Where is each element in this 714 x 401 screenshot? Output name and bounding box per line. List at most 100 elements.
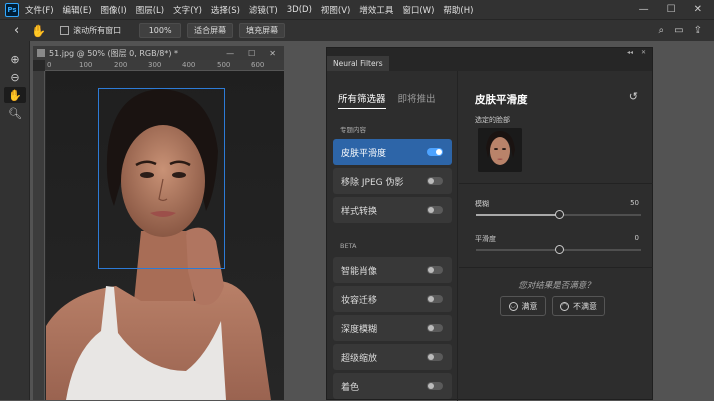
blur-slider-fill xyxy=(476,214,559,216)
menu-3d[interactable]: 3D(D) xyxy=(287,5,312,15)
face-thumbnail-image xyxy=(478,128,522,172)
frown-icon: ◠ xyxy=(560,301,569,311)
menu-select[interactable]: 选择(S) xyxy=(211,4,240,16)
filter-toggle[interactable] xyxy=(427,148,443,156)
menu-type[interactable]: 文字(Y) xyxy=(173,4,202,16)
options-bar: ‹ ✋ 滚动所有窗口 100% 适合屏幕 填充屏幕 ⌕ ▭ ⇪ xyxy=(0,19,714,41)
menu-window[interactable]: 窗口(W) xyxy=(402,4,434,16)
menu-edit[interactable]: 编辑(E) xyxy=(63,4,92,16)
filter-toggle[interactable] xyxy=(427,295,443,303)
image-canvas[interactable] xyxy=(46,71,284,400)
tab-neural-filters[interactable]: Neural Filters xyxy=(327,56,389,71)
satisfied-button[interactable]: ◡ 满意 xyxy=(500,296,546,316)
window-controls: — ☐ ✕ xyxy=(639,4,702,15)
filter-toggle[interactable] xyxy=(427,353,443,361)
minimize-icon[interactable]: — xyxy=(226,49,234,58)
filter-list: 所有筛选器 即将推出 专题内容 皮肤平滑度 移除 JPEG 伪影 样式转换 BE… xyxy=(327,71,458,401)
divider xyxy=(459,183,654,184)
document-tab[interactable]: 51.jpg @ 50% (图层 0, RGB/8*) * — ☐ ✕ xyxy=(33,46,284,60)
fit-screen-button[interactable]: 适合屏幕 xyxy=(187,23,234,38)
face-selection-box[interactable] xyxy=(98,88,225,269)
hand-icon[interactable]: ✋ xyxy=(31,24,46,38)
close-icon[interactable]: ✕ xyxy=(641,49,646,56)
zoom-100-button[interactable]: 100% xyxy=(139,23,182,38)
divider xyxy=(459,267,654,268)
menu-plugins[interactable]: 增效工具 xyxy=(359,4,393,16)
scroll-all-label: 滚动所有窗口 xyxy=(73,26,122,35)
ruler-tick: 600 xyxy=(251,61,265,69)
document-window: 51.jpg @ 50% (图层 0, RGB/8*) * — ☐ ✕ 0 10… xyxy=(33,46,284,400)
filter-label: 妆容迁移 xyxy=(341,295,378,306)
search-icon[interactable]: ⌕ xyxy=(659,25,665,36)
close-icon[interactable]: ✕ xyxy=(269,49,276,58)
vertical-ruler xyxy=(33,71,45,400)
collapse-icon[interactable]: ◂◂ xyxy=(627,49,633,56)
reset-icon[interactable]: ↺ xyxy=(629,90,638,103)
menu-view[interactable]: 视图(V) xyxy=(321,4,350,16)
minimize-icon[interactable]: — xyxy=(639,4,649,15)
unsatisfied-button[interactable]: ◠ 不满意 xyxy=(552,296,605,316)
filter-style-transfer[interactable]: 样式转换 xyxy=(333,197,452,223)
smoothness-slider[interactable] xyxy=(476,245,641,254)
close-icon[interactable]: ✕ xyxy=(694,4,702,15)
menu-image[interactable]: 图像(I) xyxy=(101,4,127,16)
filter-label: 皮肤平滑度 xyxy=(341,148,387,159)
right-dock xyxy=(653,41,714,400)
filter-label: 样式转换 xyxy=(341,206,378,217)
blur-label: 模糊 xyxy=(475,200,489,208)
scroll-all-checkbox[interactable] xyxy=(60,26,70,35)
blur-slider[interactable] xyxy=(476,210,641,219)
share-icon[interactable]: ⇪ xyxy=(694,25,702,36)
maximize-icon[interactable]: ☐ xyxy=(248,49,255,58)
smoothness-slider-knob[interactable] xyxy=(555,245,564,254)
blur-slider-knob[interactable] xyxy=(555,210,564,219)
workspace-icon[interactable]: ▭ xyxy=(674,25,683,36)
beta-section-label: BETA xyxy=(340,242,357,250)
filter-skin-smoothing[interactable]: 皮肤平滑度 xyxy=(333,139,452,165)
filter-jpeg-artifacts[interactable]: 移除 JPEG 伪影 xyxy=(333,168,452,194)
maximize-icon[interactable]: ☐ xyxy=(667,4,676,15)
filter-toggle[interactable] xyxy=(427,177,443,185)
ruler-tick: 0 xyxy=(47,61,52,69)
filter-title: 皮肤平滑度 xyxy=(475,94,528,106)
filter-toggle[interactable] xyxy=(427,206,443,214)
filter-depth-blur[interactable]: 深度模糊 xyxy=(333,315,452,341)
zoom-icon[interactable]: 🔍︎ xyxy=(4,105,26,121)
photoshop-logo[interactable]: Ps xyxy=(5,2,19,17)
horizontal-ruler: 0 100 200 300 400 500 600 xyxy=(45,60,284,71)
menu-filter[interactable]: 滤镜(T) xyxy=(249,4,278,16)
smile-icon: ◡ xyxy=(508,301,518,311)
filter-toggle[interactable] xyxy=(427,266,443,274)
filter-colorize[interactable]: 着色 xyxy=(333,373,452,399)
menu-help[interactable]: 帮助(H) xyxy=(443,4,473,16)
panel-tab-bar: Neural Filters xyxy=(327,56,652,71)
filter-label: 深度模糊 xyxy=(341,324,378,335)
selected-face-thumbnail[interactable] xyxy=(478,128,522,172)
filter-label: 智能肖像 xyxy=(341,266,378,277)
filter-makeup-transfer[interactable]: 妆容迁移 xyxy=(333,286,452,312)
filter-super-zoom[interactable]: 超级缩放 xyxy=(333,344,452,370)
filter-label: 着色 xyxy=(341,382,360,393)
ruler-tick: 400 xyxy=(182,61,196,69)
chevron-left-icon[interactable]: ‹ xyxy=(14,23,19,38)
feedback-question: 您对结果是否满意？ xyxy=(518,281,595,291)
menu-bar: Ps 文件(F) 编辑(E) 图像(I) 图层(L) 文字(Y) 选择(S) 滤… xyxy=(0,0,714,19)
filter-smart-portrait[interactable]: 智能肖像 xyxy=(333,257,452,283)
hand-icon[interactable]: ✋ xyxy=(4,87,26,103)
zoom-out-icon[interactable]: ⊖ xyxy=(4,69,26,85)
menu-file[interactable]: 文件(F) xyxy=(25,4,54,16)
zoom-in-icon[interactable]: ⊕ xyxy=(4,51,26,67)
blur-value: 50 xyxy=(630,199,639,207)
tab-coming-soon[interactable]: 即将推出 xyxy=(398,91,436,109)
fill-screen-button[interactable]: 填充屏幕 xyxy=(239,23,286,38)
menu-layer[interactable]: 图层(L) xyxy=(136,4,164,16)
ruler-tick: 300 xyxy=(148,61,162,69)
neural-filters-panel: ◂◂ ✕ Neural Filters 所有筛选器 即将推出 专题内容 皮肤平滑… xyxy=(326,47,654,401)
filter-label: 超级缩放 xyxy=(341,353,378,364)
tools-panel: ⊕ ⊖ ✋ 🔍︎ xyxy=(0,41,30,400)
filter-toggle[interactable] xyxy=(427,382,443,390)
filter-toggle[interactable] xyxy=(427,324,443,332)
smoothness-label: 平滑度 xyxy=(475,235,496,243)
tab-all-filters[interactable]: 所有筛选器 xyxy=(338,91,386,109)
smoothness-value: 0 xyxy=(634,234,639,242)
